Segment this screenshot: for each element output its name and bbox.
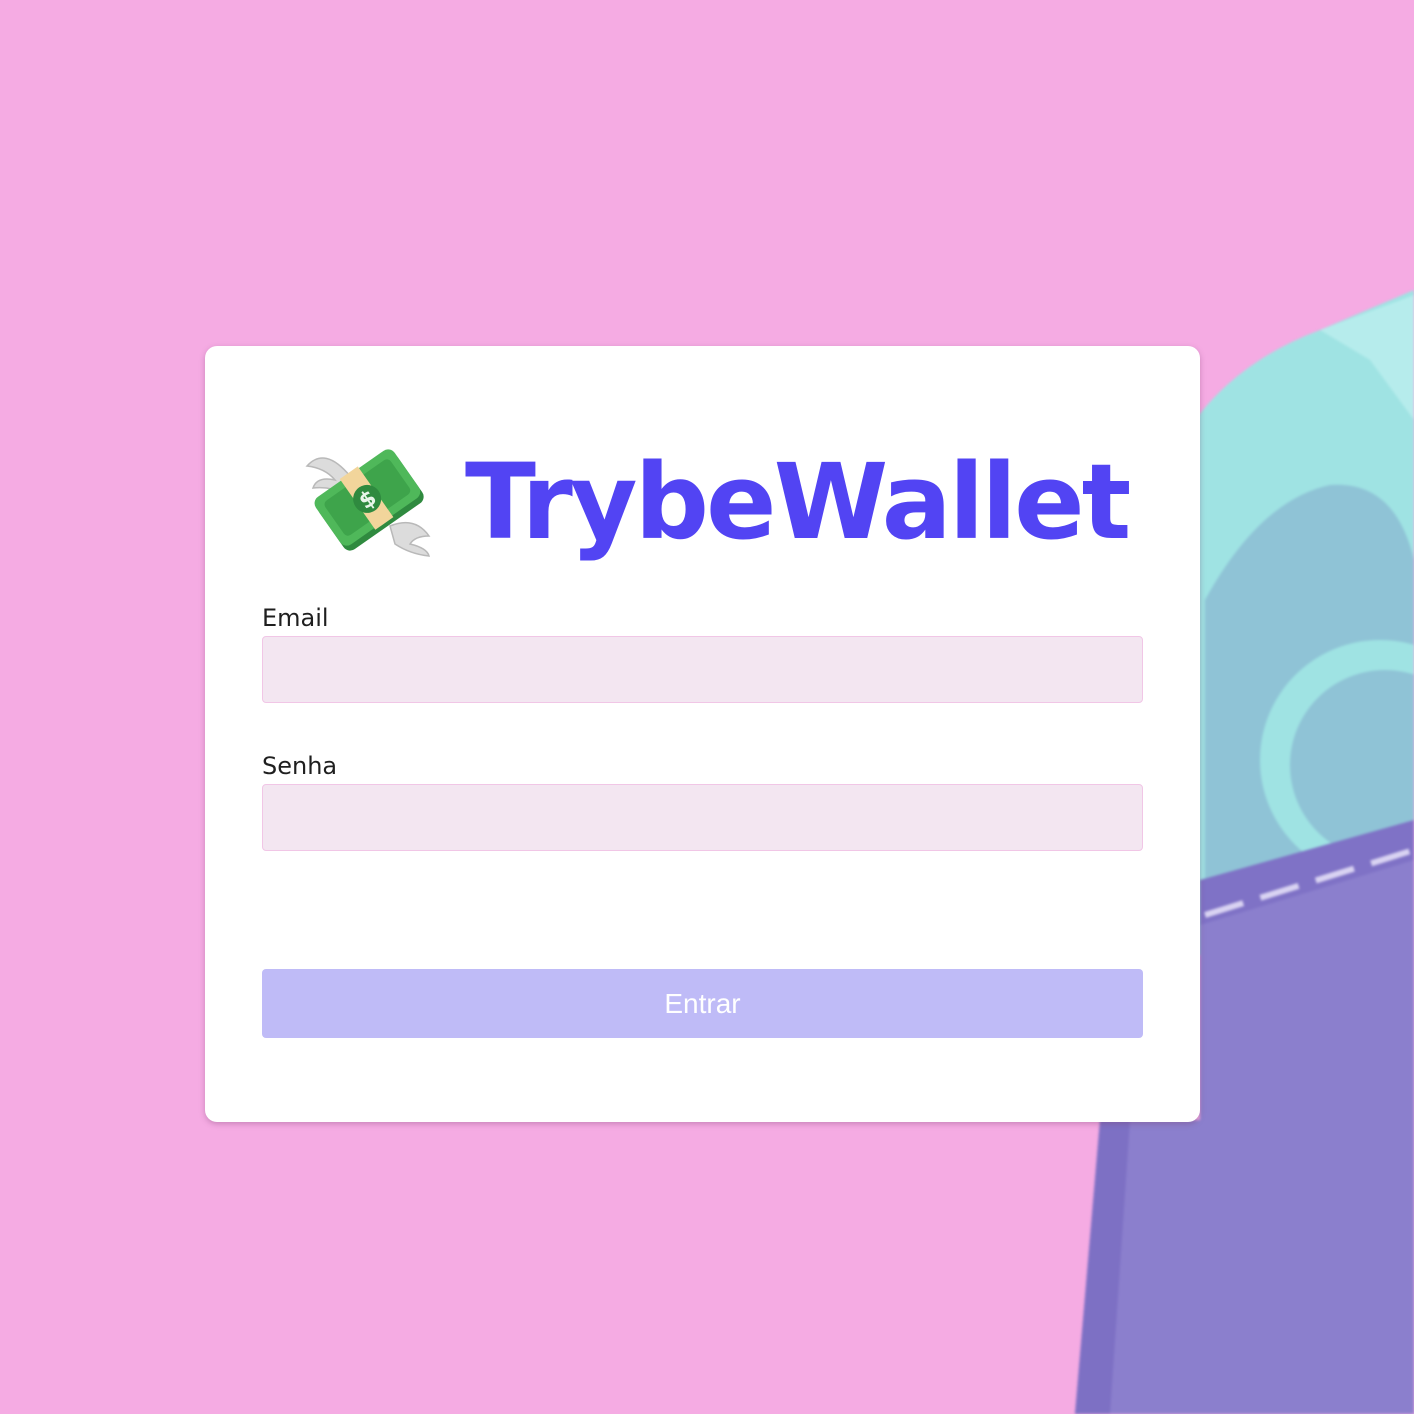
- password-input[interactable]: [262, 784, 1143, 851]
- login-button[interactable]: Entrar: [262, 969, 1143, 1038]
- money-with-wings-icon: $: [305, 449, 431, 557]
- brand-title: TrybeWallet: [465, 441, 1131, 563]
- brand-header: $ TrybeWallet: [305, 436, 1131, 576]
- email-label: Email: [262, 604, 329, 632]
- password-label: Senha: [262, 752, 338, 780]
- email-input[interactable]: [262, 636, 1143, 703]
